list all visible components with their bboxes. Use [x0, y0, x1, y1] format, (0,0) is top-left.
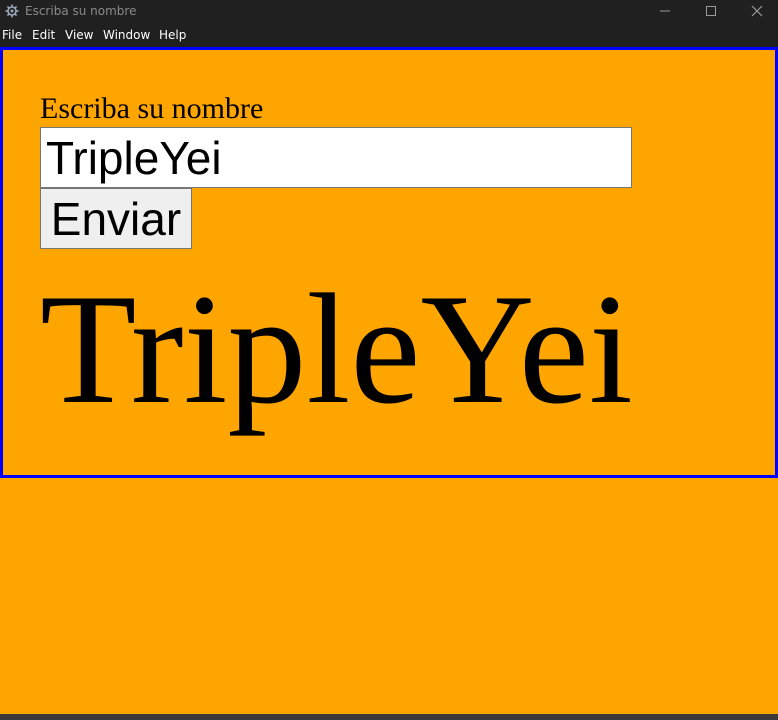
- title-bar: Escriba su nombre: [0, 0, 778, 22]
- window-bottom-edge: [0, 714, 778, 720]
- maximize-icon: [706, 6, 716, 16]
- form-panel: Escriba su nombre Enviar TripleYei: [0, 47, 778, 478]
- menu-file[interactable]: File: [2, 28, 22, 42]
- menu-help[interactable]: Help: [159, 28, 186, 42]
- greeting-output: TripleYei: [40, 262, 633, 437]
- maximize-button[interactable]: [688, 0, 734, 22]
- app-gear-icon: [5, 4, 19, 18]
- menu-view[interactable]: View: [65, 28, 93, 42]
- close-icon: [751, 5, 763, 17]
- close-button[interactable]: [734, 0, 778, 22]
- minimize-button[interactable]: [642, 0, 688, 22]
- minimize-icon: [660, 10, 670, 12]
- window-title: Escriba su nombre: [25, 4, 137, 18]
- send-button[interactable]: Enviar: [40, 188, 192, 249]
- menu-edit[interactable]: Edit: [32, 28, 55, 42]
- menu-bar: File Edit View Window Help: [0, 22, 778, 47]
- menu-window[interactable]: Window: [103, 28, 150, 42]
- name-input[interactable]: [40, 127, 632, 188]
- name-label: Escriba su nombre: [40, 92, 264, 125]
